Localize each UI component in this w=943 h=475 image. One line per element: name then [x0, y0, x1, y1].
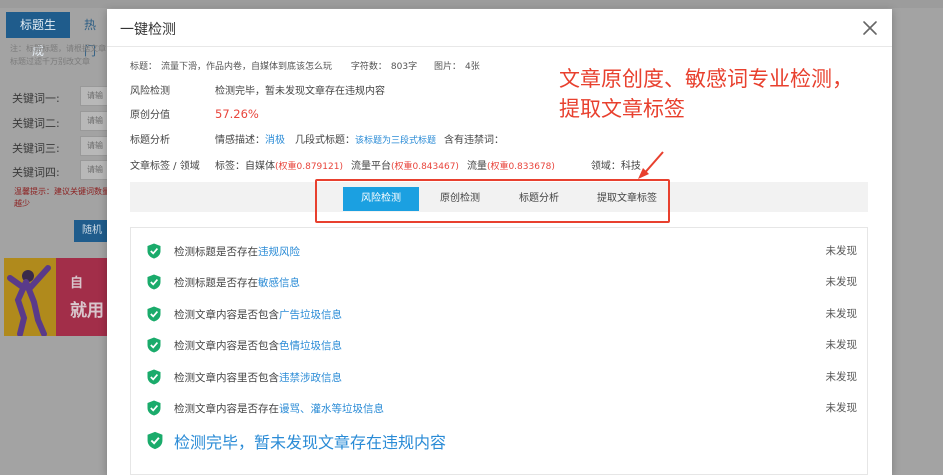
modal-title: 一键检测 — [120, 22, 176, 38]
background-warning: 温馨提示：建议关键词数量越少 — [14, 187, 110, 208]
result-prefix: 检测标题是否存在 — [174, 246, 258, 258]
sentiment-label: 情感描述： — [215, 135, 265, 146]
result-prefix: 检测标题是否存在 — [174, 277, 258, 289]
title-analysis-row: 标题分析 情感描述：消极 几段式标题：该标题为三段式标题 含有违禁词： — [130, 131, 504, 146]
detection-modal: 一键检测 标题： 流量下滑，作品内卷，自媒体到底该怎么玩 字符数： 803字 图片：… — [107, 9, 892, 475]
result-highlight: 违规风险 — [258, 246, 300, 258]
tag-1-name: 自媒体 — [245, 161, 275, 172]
shield-check-icon — [147, 306, 161, 322]
random-button[interactable]: 随机 — [74, 220, 110, 242]
keyword-3-label: 关键词三: — [12, 142, 60, 155]
result-row: 检测文章内容是否包含色情垃圾信息 未发现 — [147, 336, 857, 354]
keyword-4-label: 关键词四: — [12, 166, 60, 179]
result-row: 检测文章内容里否包含违禁涉政信息 未发现 — [147, 368, 857, 386]
chars-meta-label: 字符数： — [350, 62, 387, 72]
tags-row: 文章标签 / 领域 标签：自媒体(权重0.879121) 流量平台(权重0.8434… — [130, 157, 641, 172]
result-row: 检测文章内容是否存在谩骂、灌水等垃圾信息 未发现 — [147, 399, 857, 417]
sentiment-value: 消极 — [265, 135, 285, 146]
annotation-line-2: 提取文章标签 — [559, 97, 685, 121]
result-text: 检测文章内容里否包含违禁涉政信息 — [174, 370, 342, 385]
tag-3-weight: (权重0.833678) — [486, 162, 555, 172]
tag-3-name: 流量 — [466, 161, 487, 172]
keyword-1-input[interactable]: 请输 — [80, 86, 110, 106]
segment-label: 几段式标题： — [295, 135, 355, 146]
shield-check-icon — [147, 337, 161, 353]
originality-score: 57.26% — [215, 107, 259, 121]
annotation-arrow-icon — [638, 151, 664, 179]
dancer-icon — [7, 265, 51, 336]
result-row: 检测标题是否存在违规风险 未发现 — [147, 242, 857, 260]
result-highlight: 色情垃圾信息 — [279, 340, 342, 352]
result-status: 未发现 — [825, 339, 858, 351]
result-highlight: 违禁涉政信息 — [279, 372, 342, 384]
result-status: 未发现 — [825, 276, 858, 288]
result-status: 未发现 — [825, 402, 858, 414]
result-text: 检测标题是否存在敏感信息 — [174, 275, 300, 290]
keyword-1-label: 关键词一: — [12, 92, 60, 105]
segment-value: 该标题为三段式标题 — [355, 136, 437, 146]
result-row: 检测标题是否存在敏感信息 未发现 — [147, 273, 857, 291]
shield-check-icon — [147, 243, 161, 259]
article-meta: 标题： 流量下滑，作品内卷，自媒体到底该怎么玩 字符数： 803字 图片： 4张 — [130, 59, 484, 72]
close-icon[interactable] — [860, 18, 880, 38]
result-text: 检测文章内容是否存在谩骂、灌水等垃圾信息 — [174, 401, 384, 416]
title-meta-label: 标题： — [130, 62, 158, 72]
shield-check-icon — [147, 274, 161, 290]
shield-check-icon — [147, 431, 163, 450]
top-strip — [0, 0, 943, 8]
keyword-2-input[interactable]: 请输 — [80, 111, 110, 131]
chars-meta-value: 803字 — [390, 62, 418, 72]
originality-row: 原创分值 57.26% — [130, 106, 259, 121]
risk-row: 风险检测 检测完毕，暂未发现文章存在违规内容 — [130, 82, 385, 97]
shield-check-icon — [147, 369, 161, 385]
tag-label: 标签： — [215, 161, 245, 172]
tabs-highlight-box — [315, 179, 670, 223]
shield-check-icon — [147, 400, 161, 416]
tag-2-weight: (权重0.843467) — [390, 162, 459, 172]
banner-text-1: 自 — [70, 276, 84, 291]
title-analysis-label: 标题分析 — [130, 135, 170, 146]
banner-figure — [4, 258, 56, 336]
promo-banner[interactable]: 自 就用 — [4, 258, 108, 336]
result-status: 未发现 — [825, 245, 858, 257]
risk-value: 检测完毕，暂未发现文章存在违规内容 — [215, 86, 385, 97]
result-prefix: 检测文章内容里否包含 — [174, 372, 279, 384]
images-meta-label: 图片： — [433, 62, 461, 72]
title-meta-value: 流量下滑，作品内卷，自媒体到底该怎么玩 — [161, 62, 333, 72]
originality-label: 原创分值 — [130, 110, 170, 121]
annotation-line-1: 文章原创度、敏感词专业检测， — [559, 67, 853, 91]
result-row: 检测文章内容是否包含广告垃圾信息 未发现 — [147, 305, 857, 323]
tags-label: 文章标签 / 领域 — [130, 161, 200, 172]
result-prefix: 检测文章内容是否包含 — [174, 340, 279, 352]
background-note: 注：标题标题，请根据文章标题过滤千万别改文章 — [10, 44, 106, 66]
result-prefix: 检测文章内容是否包含 — [174, 309, 279, 321]
domain-label: 领域： — [590, 161, 621, 172]
keyword-2-label: 关键词二: — [12, 117, 60, 130]
annotation-text: 文章原创度、敏感词专业检测， 提取文章标签 — [559, 64, 853, 124]
result-text: 检测标题是否存在违规风险 — [174, 244, 300, 259]
result-status: 未发现 — [825, 371, 858, 383]
result-highlight: 广告垃圾信息 — [279, 309, 342, 321]
keyword-4-input[interactable]: 请输 — [80, 160, 110, 180]
keyword-3-input[interactable]: 请输 — [80, 136, 110, 156]
modal-header: 一键检测 — [107, 9, 892, 47]
tag-1-weight: (权重0.879121) — [275, 162, 343, 172]
tag-2-name: 流量平台 — [350, 161, 391, 172]
risk-label: 风险检测 — [130, 86, 170, 97]
final-message: 检测完毕，暂未发现文章存在违规内容 — [174, 433, 447, 452]
result-highlight: 谩骂、灌水等垃圾信息 — [279, 403, 384, 415]
result-prefix: 检测文章内容是否存在 — [174, 403, 279, 415]
results-panel: 检测标题是否存在违规风险 未发现 检测标题是否存在敏感信息 未发现 检测文章内容… — [130, 227, 868, 475]
tab-title-generate[interactable]: 标题生成 — [6, 12, 70, 58]
result-status: 未发现 — [825, 308, 858, 320]
result-text: 检测文章内容是否包含色情垃圾信息 — [174, 338, 342, 353]
result-highlight: 敏感信息 — [258, 277, 300, 289]
images-meta-value: 4张 — [465, 62, 480, 72]
result-text: 检测文章内容是否包含广告垃圾信息 — [174, 307, 342, 322]
banned-words-label: 含有违禁词： — [444, 135, 505, 146]
banner-text-2: 就用 — [70, 301, 104, 321]
